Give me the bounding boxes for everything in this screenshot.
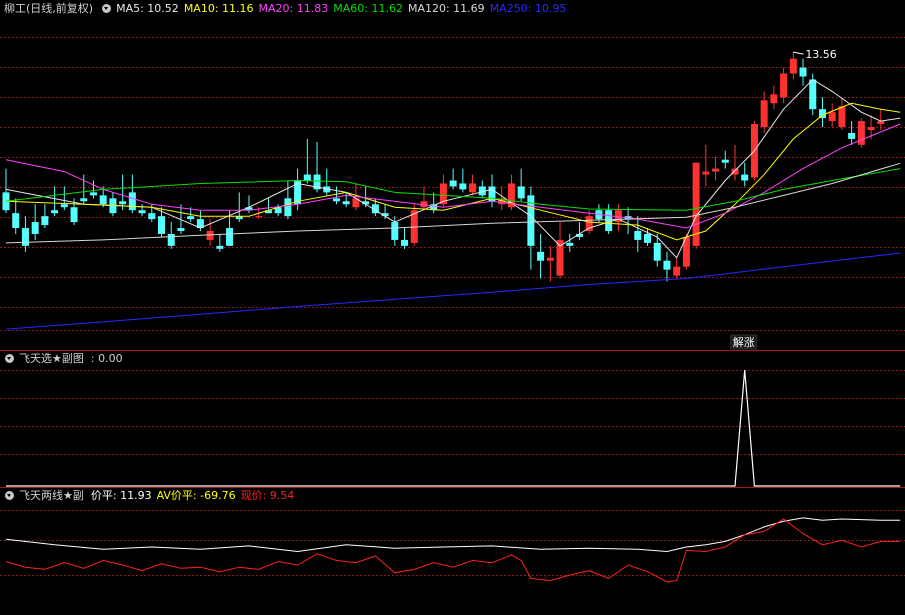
candle-body xyxy=(187,216,195,220)
candle-body xyxy=(51,210,59,214)
candle-body xyxy=(226,228,234,246)
candle-body xyxy=(255,216,263,218)
candle-body xyxy=(138,210,146,214)
candle-body xyxy=(741,174,749,181)
candle-body xyxy=(148,213,156,220)
candle-body xyxy=(31,222,39,234)
candle-body xyxy=(605,210,613,232)
candle-body xyxy=(99,195,107,205)
candle-body xyxy=(634,231,642,240)
max-price-pointer xyxy=(793,51,804,55)
candle-body xyxy=(332,198,340,202)
candle-body xyxy=(216,245,224,249)
candle-body xyxy=(780,73,788,98)
candle-body xyxy=(809,79,817,110)
candle-body xyxy=(284,198,292,217)
candle-body xyxy=(838,106,846,128)
candle-body xyxy=(644,233,652,243)
candle-body xyxy=(401,239,409,246)
candle-body xyxy=(517,186,525,199)
candle-body xyxy=(702,171,710,175)
ma250-line xyxy=(5,252,901,330)
candle-body xyxy=(391,222,399,240)
candle-body xyxy=(663,260,671,270)
candle-body xyxy=(848,132,856,139)
candle-body xyxy=(867,127,875,130)
candle-body xyxy=(799,67,807,77)
candle-body xyxy=(128,192,136,211)
candle-body xyxy=(41,216,49,226)
chart-canvas: 13.56 解涨 xyxy=(0,37,905,583)
candle-body xyxy=(89,192,97,196)
candle-body xyxy=(21,228,29,246)
candle-body xyxy=(158,216,166,234)
candle-body xyxy=(12,213,20,229)
series-line xyxy=(5,518,901,583)
signal-label: 解涨 xyxy=(733,335,755,349)
candle-body xyxy=(789,58,797,74)
candle-body xyxy=(585,216,593,232)
candle-body xyxy=(566,242,574,246)
candle-body xyxy=(342,201,350,205)
candle-body xyxy=(721,159,729,163)
signal-spike-line xyxy=(6,369,901,487)
candle-body xyxy=(119,201,127,205)
candle-body xyxy=(449,180,457,187)
candle-body xyxy=(537,251,545,261)
candle-body xyxy=(167,233,175,246)
candle-body xyxy=(177,228,185,232)
candle-body xyxy=(712,168,720,172)
candle-body xyxy=(546,257,554,261)
candle-body xyxy=(206,231,214,240)
candle-body xyxy=(70,207,78,223)
max-price-label: 13.56 xyxy=(805,48,837,61)
candle-body xyxy=(459,183,467,190)
candle-body xyxy=(770,94,778,104)
candle-body xyxy=(673,266,681,276)
series-line xyxy=(5,517,901,553)
candle-body xyxy=(469,183,477,193)
candle-body xyxy=(60,204,68,208)
candle-body xyxy=(80,198,88,202)
candle-body xyxy=(760,100,768,128)
candle-body xyxy=(828,112,836,122)
candle-body xyxy=(653,242,661,261)
candle-body xyxy=(303,174,311,181)
